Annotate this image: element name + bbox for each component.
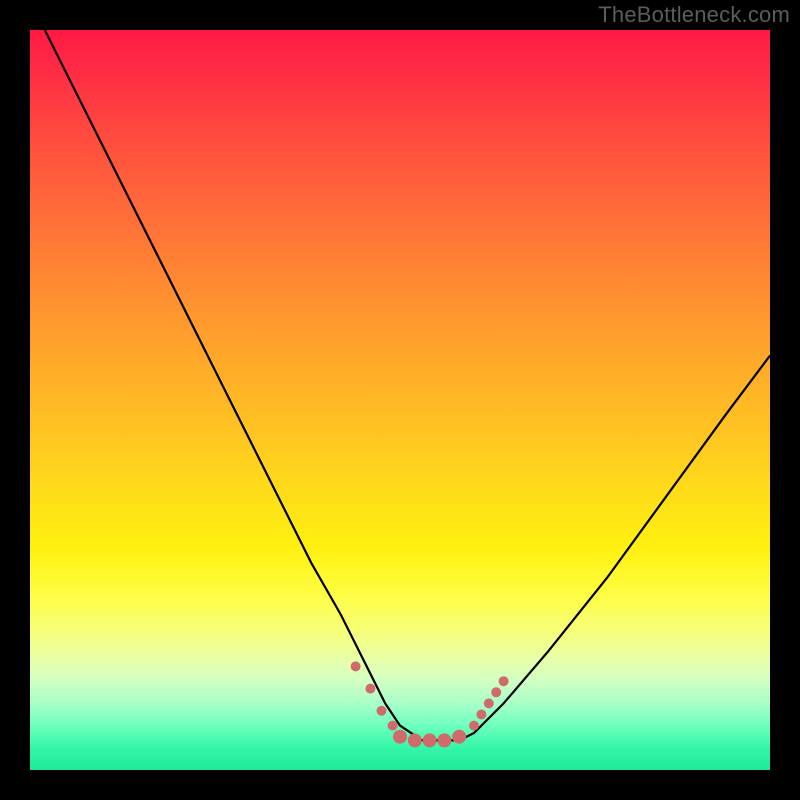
watermark-text: TheBottleneck.com <box>598 2 790 28</box>
plot-area <box>30 30 770 770</box>
chart-frame: TheBottleneck.com <box>0 0 800 800</box>
curve-markers <box>30 30 770 770</box>
